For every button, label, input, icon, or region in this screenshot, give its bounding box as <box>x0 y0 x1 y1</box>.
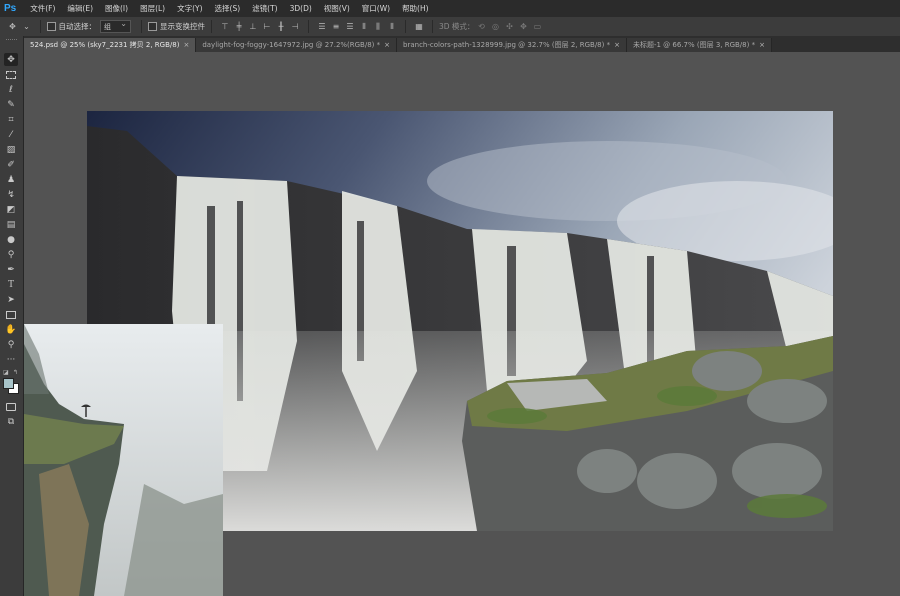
foreground-color-swatch[interactable] <box>3 378 14 389</box>
3d-scale-icon[interactable]: ▭ <box>533 22 542 31</box>
swap-colors-icon[interactable]: ↰ <box>13 369 18 376</box>
move-tool-preset-icon[interactable]: ✥ <box>8 22 17 31</box>
path-select-tool-icon[interactable]: ➤ <box>4 293 18 306</box>
auto-select-dropdown[interactable]: 组 <box>100 19 131 33</box>
foggy-cliff-graphic <box>24 324 223 596</box>
pen-tool-icon[interactable]: ✒ <box>4 263 18 276</box>
document-tabs: 524.psd @ 25% (sky7_2231 拷贝 2, RGB/8) × d… <box>24 36 900 52</box>
gradient-tool-icon[interactable]: ▤ <box>4 218 18 231</box>
align-bottom-icon[interactable]: ⊥ <box>249 22 258 31</box>
menu-view[interactable]: 视图(V) <box>318 3 356 14</box>
3d-mode-label: 3D 模式： <box>439 22 475 31</box>
type-tool-icon[interactable]: T <box>4 278 18 291</box>
tab-label: branch-colors-path-1328999.jpg @ 32.7% (… <box>403 41 611 49</box>
distribute-bottom-icon[interactable]: ☰ <box>346 22 355 31</box>
menu-window[interactable]: 窗口(W) <box>356 3 396 14</box>
eraser-tool-icon[interactable]: ◩ <box>4 203 18 216</box>
divider <box>211 20 212 33</box>
checkbox-box[interactable] <box>148 22 157 31</box>
auto-select-label: 自动选择： <box>58 22 97 31</box>
screen-mode-icon[interactable]: ⧉ <box>4 415 18 428</box>
menu-select[interactable]: 选择(S) <box>209 3 247 14</box>
rectangle-tool-icon[interactable] <box>4 308 18 321</box>
tab-label: daylight-fog-foggy-1647972.jpg @ 27.2%(R… <box>202 41 381 49</box>
close-icon[interactable]: × <box>384 41 390 49</box>
divider <box>308 20 309 33</box>
more-tools-icon[interactable]: ··· <box>4 353 18 366</box>
chevron-down-icon[interactable]: ⌄ <box>22 22 31 31</box>
history-brush-tool-icon[interactable]: ↯ <box>4 188 18 201</box>
photoshop-logo: Ps <box>4 3 17 14</box>
tab-label: 未标题-1 @ 66.7% (图层 3, RGB/8) * <box>632 41 756 49</box>
align-vcenter-icon[interactable]: ╪ <box>235 22 244 31</box>
tab-label: 524.psd @ 25% (sky7_2231 拷贝 2, RGB/8) <box>30 41 180 49</box>
auto-select-checkbox[interactable]: 自动选择： <box>46 21 97 32</box>
divider <box>432 20 433 33</box>
quick-select-tool-icon[interactable]: ✎ <box>4 98 18 111</box>
align-hcenter-icon[interactable]: ╫ <box>277 22 286 31</box>
align-left-icon[interactable]: ⊢ <box>263 22 272 31</box>
3d-slide-icon[interactable]: ✥ <box>519 22 528 31</box>
auto-align-icon[interactable]: ▦ <box>415 22 424 31</box>
align-right-icon[interactable]: ⊣ <box>291 22 300 31</box>
divider <box>39 20 41 33</box>
tab-524-psd[interactable]: 524.psd @ 25% (sky7_2231 拷贝 2, RGB/8) × <box>24 38 197 52</box>
menu-filter[interactable]: 滤镜(T) <box>246 3 283 14</box>
quick-mask-icon[interactable] <box>4 400 18 413</box>
clone-stamp-tool-icon[interactable]: ♟ <box>4 173 18 186</box>
menu-bar: Ps 文件(F) 编辑(E) 图像(I) 图层(L) 文字(Y) 选择(S) 滤… <box>0 0 900 17</box>
menu-image[interactable]: 图像(I) <box>99 3 134 14</box>
tab-untitled-1[interactable]: 未标题-1 @ 66.7% (图层 3, RGB/8) * × <box>626 38 772 52</box>
align-top-icon[interactable]: ⊤ <box>221 22 230 31</box>
3d-rotate-icon[interactable]: ⟲ <box>477 22 486 31</box>
options-bar: ✥ ⌄ 自动选择： 组 显示变换控件 ⊤ ╪ ⊥ ⊢ ╫ ⊣ ☰ ≡ ☰ ⦀ ⫼… <box>0 17 900 37</box>
divider <box>405 20 406 33</box>
show-transform-checkbox[interactable]: 显示变换控件 <box>148 21 205 32</box>
distribute-left-icon[interactable]: ⦀ <box>360 22 369 31</box>
close-icon[interactable]: × <box>614 41 620 49</box>
zoom-tool-icon[interactable]: ⚲ <box>4 338 18 351</box>
divider <box>141 20 142 33</box>
blur-tool-icon[interactable]: ● <box>4 233 18 246</box>
healing-brush-tool-icon[interactable]: ▨ <box>4 143 18 156</box>
3d-roll-icon[interactable]: ◎ <box>491 22 500 31</box>
distribute-top-icon[interactable]: ☰ <box>318 22 327 31</box>
marquee-tool-icon[interactable] <box>4 68 18 81</box>
dodge-tool-icon[interactable]: ⚲ <box>4 248 18 261</box>
eyedropper-tool-icon[interactable]: ⁄ <box>4 128 18 141</box>
lasso-tool-icon[interactable]: ℓ <box>4 83 18 96</box>
move-tool-icon[interactable]: ✥ <box>4 53 18 66</box>
menu-3d[interactable]: 3D(D) <box>284 4 318 13</box>
crop-tool-icon[interactable]: ⌗ <box>4 113 18 126</box>
menu-type[interactable]: 文字(Y) <box>171 3 208 14</box>
distribute-hcenter-icon[interactable]: ⫼ <box>374 22 383 31</box>
brush-tool-icon[interactable]: ✐ <box>4 158 18 171</box>
3d-pan-icon[interactable]: ✣ <box>505 22 514 31</box>
foggy-cliff-image[interactable] <box>24 324 223 596</box>
tools-panel: ✥ ℓ ✎ ⌗ ⁄ ▨ ✐ ♟ ↯ ◩ ▤ ● ⚲ ✒ T ➤ ✋ ⚲ ··· … <box>0 36 24 596</box>
menu-layer[interactable]: 图层(L) <box>134 3 171 14</box>
distribute-vcenter-icon[interactable]: ≡ <box>332 22 341 31</box>
checkbox-box[interactable] <box>46 22 56 31</box>
panel-grip[interactable] <box>6 39 17 42</box>
close-icon[interactable]: × <box>183 41 189 49</box>
show-transform-label: 显示变换控件 <box>160 22 205 31</box>
distribute-right-icon[interactable]: ⦀ <box>388 22 397 31</box>
hand-tool-icon[interactable]: ✋ <box>4 323 18 336</box>
menu-edit[interactable]: 编辑(E) <box>61 3 99 14</box>
tab-daylight-fog[interactable]: daylight-fog-foggy-1647972.jpg @ 27.2%(R… <box>196 38 398 52</box>
default-colors-icon[interactable]: ◪ <box>3 369 9 376</box>
close-icon[interactable]: × <box>759 41 765 49</box>
menu-file[interactable]: 文件(F) <box>24 3 61 14</box>
tab-branch-colors[interactable]: branch-colors-path-1328999.jpg @ 32.7% (… <box>397 38 627 52</box>
menu-help[interactable]: 帮助(H) <box>396 3 435 14</box>
